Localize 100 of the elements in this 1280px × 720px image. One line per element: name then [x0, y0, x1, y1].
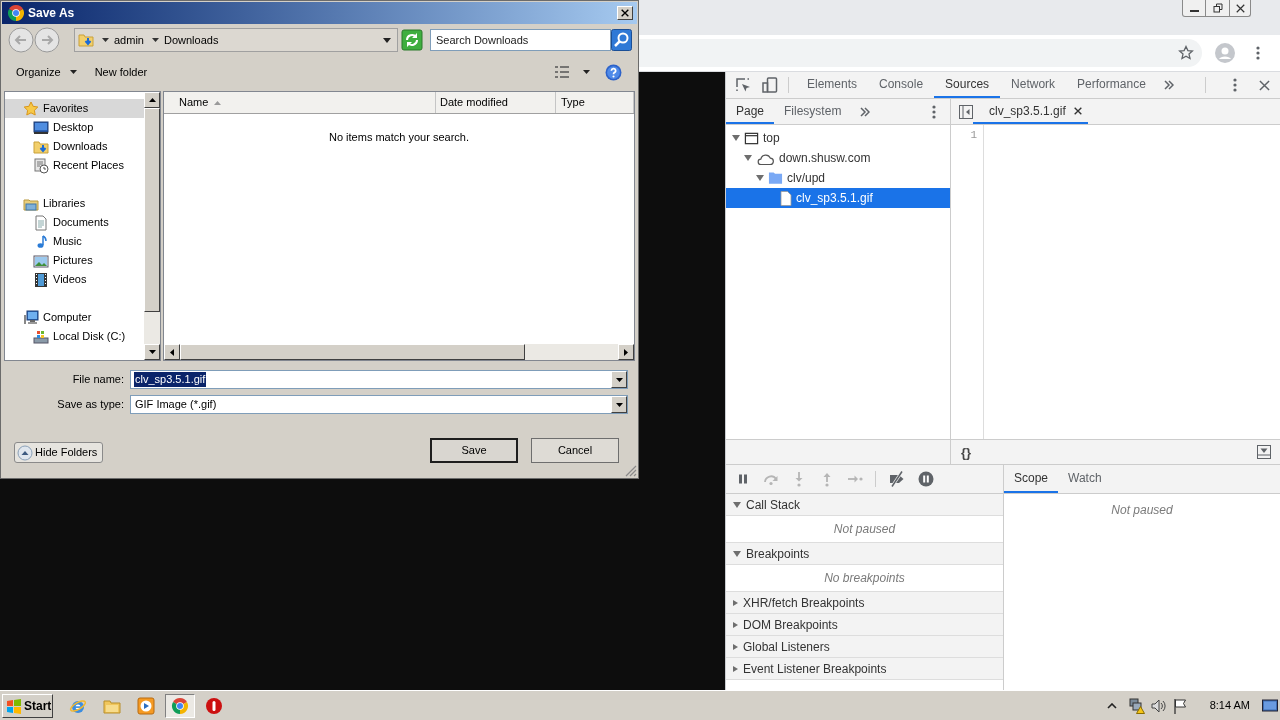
breadcrumb-link[interactable]: Downloads: [163, 31, 219, 49]
nav-item[interactable]: Recent Places: [5, 156, 144, 175]
scroll-down-button[interactable]: [144, 344, 160, 360]
address-bar[interactable]: admin Downloads: [74, 28, 398, 52]
sidebar-tab[interactable]: Watch: [1058, 465, 1112, 493]
empty-message: Not paused: [1111, 502, 1173, 519]
sidebar-tab[interactable]: Scope: [1004, 465, 1059, 493]
scroll-left-button[interactable]: [164, 344, 180, 360]
pause-circle-icon[interactable]: [918, 471, 934, 487]
section-header[interactable]: XHR/fetch Breakpoints: [726, 592, 1003, 614]
scrollbar-thumb[interactable]: [180, 344, 525, 360]
pretty-print-button[interactable]: {}: [961, 445, 972, 459]
section-header[interactable]: DOM Breakpoints: [726, 614, 1003, 636]
expanded-arrow-icon[interactable]: [756, 175, 764, 181]
line-number: 1: [970, 128, 977, 143]
devtools-tab[interactable]: Elements: [796, 72, 869, 98]
more-tabs-icon[interactable]: [860, 106, 871, 117]
tree-item[interactable]: clv_sp3.5.1.gif: [726, 188, 950, 208]
dropdown-button[interactable]: [611, 396, 627, 413]
breakpoint-slash-icon[interactable]: [888, 471, 906, 487]
section-header[interactable]: Event Listener Breakpoints: [726, 658, 1003, 680]
search-field[interactable]: Search Downloads: [430, 29, 611, 51]
devtools-tab[interactable]: Performance: [1066, 72, 1157, 98]
field-label: Save as type:: [56, 397, 124, 413]
caret-down-icon[interactable]: [151, 38, 159, 42]
flag-icon[interactable]: [1171, 697, 1188, 714]
nav-item[interactable]: Libraries: [5, 194, 144, 213]
details-view-icon[interactable]: [554, 64, 570, 80]
breadcrumb-link[interactable]: admin: [114, 31, 144, 49]
tree-item[interactable]: top: [726, 128, 950, 148]
scroll-right-button[interactable]: [618, 344, 634, 360]
caret-down-icon: [615, 377, 623, 382]
nav-item[interactable]: Local Disk (C:): [5, 327, 144, 346]
tree-item[interactable]: down.shusw.com: [726, 148, 950, 168]
field-label: File name:: [71, 372, 124, 388]
caret-down-icon[interactable]: [383, 37, 391, 43]
drawer-toggle-icon[interactable]: [1257, 445, 1271, 459]
empty-message: Not paused: [833, 521, 896, 538]
left-triangle-icon: [170, 348, 174, 356]
devtools-tab[interactable]: Network: [1000, 72, 1067, 98]
file-name-field[interactable]: clv_sp3.5.1.gif: [130, 370, 628, 389]
more-options-icon[interactable]: [1256, 46, 1260, 60]
network-warning-icon[interactable]: [1128, 697, 1145, 714]
close-button[interactable]: [1230, 0, 1251, 17]
bookmark-star-icon[interactable]: [1178, 45, 1194, 61]
column-header[interactable]: Name: [164, 92, 436, 113]
expanded-arrow-icon[interactable]: [732, 135, 740, 141]
column-header[interactable]: Type: [556, 92, 634, 113]
navigator-tab[interactable]: Filesystem: [774, 99, 852, 124]
hide-folders-button[interactable]: Hide Folders: [14, 442, 104, 463]
file-type-dropdown[interactable]: GIF Image (*.gif): [130, 395, 628, 414]
devtools-tab[interactable]: Console: [868, 72, 935, 98]
section-header[interactable]: Breakpoints: [726, 543, 1003, 565]
nav-item[interactable]: Videos: [5, 270, 144, 289]
resize-grip-icon[interactable]: [625, 465, 637, 477]
scroll-up-button[interactable]: [144, 92, 160, 108]
inspect-element-icon[interactable]: [734, 76, 752, 94]
speaker-icon[interactable]: [1150, 697, 1167, 714]
nav-item[interactable]: Music: [5, 232, 144, 251]
expanded-arrow-icon[interactable]: [744, 155, 752, 161]
dialog-button[interactable]: Save: [430, 438, 518, 463]
nav-item[interactable]: Computer: [5, 308, 144, 327]
close-icon[interactable]: [1259, 79, 1270, 91]
section-header[interactable]: Call Stack: [726, 494, 1003, 516]
refresh-button[interactable]: [401, 29, 423, 51]
toolbar-button[interactable]: New folder: [88, 61, 154, 83]
scrollbar-thumb[interactable]: [144, 108, 160, 312]
nav-item[interactable]: Favorites: [5, 99, 144, 118]
minimize-button[interactable]: [1182, 0, 1206, 17]
nav-item[interactable]: Pictures: [5, 251, 144, 270]
restore-button[interactable]: [1206, 0, 1230, 17]
search-button[interactable]: [611, 29, 632, 51]
help-icon[interactable]: [605, 63, 622, 81]
nav-item[interactable]: Downloads: [5, 137, 144, 156]
window-title: Save As: [28, 5, 75, 22]
toolbar-button[interactable]: Organize: [10, 61, 83, 83]
section-header[interactable]: Global Listeners: [726, 636, 1003, 658]
restore-icon: [1212, 3, 1223, 13]
start-button[interactable]: Start: [2, 693, 53, 718]
more-options-icon[interactable]: [1233, 78, 1237, 92]
nav-item[interactable]: Desktop: [5, 118, 144, 137]
more-options-icon[interactable]: [932, 104, 936, 119]
nav-item[interactable]: Documents: [5, 213, 144, 232]
more-tabs-icon[interactable]: [1163, 80, 1174, 90]
drive-icon: [33, 328, 49, 345]
tree-item[interactable]: clv/upd: [726, 168, 950, 188]
monitor-icon[interactable]: [1262, 698, 1278, 713]
column-header[interactable]: Date modified: [436, 92, 556, 113]
caret-down-icon[interactable]: [583, 70, 590, 74]
sidebar-toggle-icon[interactable]: [959, 104, 973, 119]
caret-up-icon[interactable]: [1106, 702, 1117, 709]
dropdown-button[interactable]: [611, 371, 627, 388]
caret-down-icon[interactable]: [102, 38, 109, 42]
taskbar-button[interactable]: [165, 693, 195, 718]
minimize-icon: [1189, 10, 1199, 12]
close-icon[interactable]: [1073, 106, 1082, 115]
dialog-button[interactable]: Cancel: [531, 438, 619, 463]
device-toggle-icon[interactable]: [761, 76, 779, 94]
field-value: GIF Image (*.gif): [134, 397, 218, 412]
picture-icon: [33, 252, 49, 269]
